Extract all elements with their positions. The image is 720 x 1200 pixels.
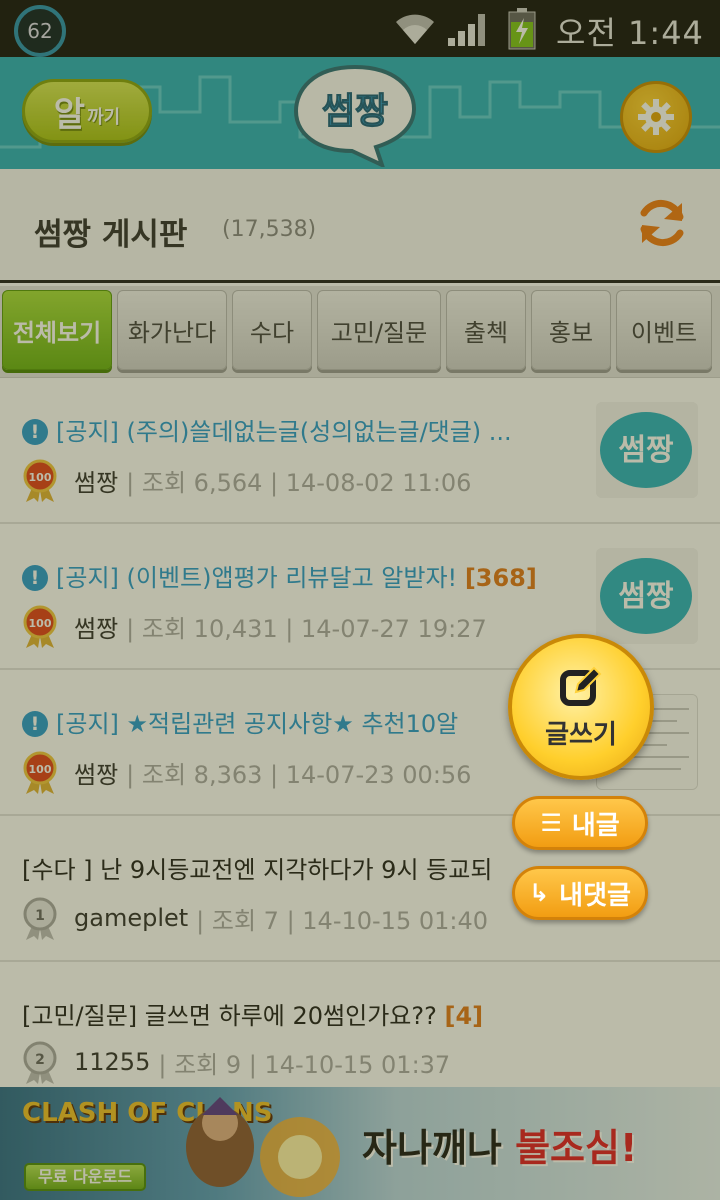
tab-label: 전체보기 <box>12 318 102 347</box>
reply-arrow-icon: ↳ <box>529 879 550 907</box>
tab-label: 고민/질문 <box>330 318 428 347</box>
settings-button[interactable] <box>620 81 692 153</box>
board-title: 썸짱 게시판 <box>34 217 188 253</box>
post-author: gameplet <box>74 904 189 932</box>
app-header: 알 까기 썸짱 <box>0 57 720 169</box>
post-thumbnail: 썸짱 <box>596 548 698 644</box>
alkkagi-button[interactable]: 알 까기 <box>22 79 152 143</box>
ad-download-button[interactable]: 무료 다운로드 <box>24 1163 146 1191</box>
post-title: ! [공지] ★적립관련 공지사항★ 추천10알 <box>22 704 522 739</box>
post-title: ! [공지] (주의)쓸데없는글(성의없는글/댓글) ... <box>22 412 582 447</box>
post-author: 썸짱 <box>74 614 119 643</box>
edit-icon <box>560 666 602 706</box>
board-post-count: (17,538) <box>222 217 317 242</box>
medal-level: 100 <box>29 763 52 776</box>
tab-all[interactable]: 전체보기 <box>2 290 112 370</box>
wifi-icon <box>396 14 434 44</box>
medal-level: 1 <box>35 908 45 924</box>
post-author: 썸짱 <box>74 468 119 497</box>
tab-angry[interactable]: 화가난다 <box>117 290 227 370</box>
post-views-date: | 조회 8,363 | 14-07-23 00:56 <box>126 760 472 789</box>
ad-slogan-main: 자나깨나 <box>362 1126 502 1170</box>
medal-icon: 2 <box>23 1041 57 1084</box>
medal-icon: 100 <box>23 605 57 648</box>
post-meta: 100 썸짱 | 조회 10,431 | 14-07-27 19:27 <box>22 604 487 648</box>
logo-thumbnail-image: 썸짱 <box>596 402 698 498</box>
notification-count-badge: 62 <box>14 5 66 57</box>
notice-icon: ! <box>22 419 48 445</box>
tab-label: 홍보 <box>548 318 594 347</box>
ad-slogan: 자나깨나 불조심! <box>362 1117 637 1172</box>
tab-label: 출첵 <box>463 318 509 347</box>
tab-promo[interactable]: 홍보 <box>531 290 611 370</box>
tab-attendance[interactable]: 출첵 <box>446 290 526 370</box>
post-title-text: [공지] (주의)쓸데없는글(성의없는글/댓글) ... <box>56 418 512 446</box>
list-item[interactable]: ! [공지] (주의)쓸데없는글(성의없는글/댓글) ... 100 썸짱 | 조… <box>0 378 720 524</box>
medal-level: 100 <box>29 471 52 484</box>
tab-label: 이벤트 <box>630 318 698 347</box>
my-posts-label: 내글 <box>571 810 620 841</box>
logo-thumbnail-image: 썸짱 <box>596 548 698 644</box>
post-meta: 2 11255 | 조회 9 | 14-10-15 01:37 <box>22 1040 450 1084</box>
post-meta: 100 썸짱 | 조회 8,363 | 14-07-23 00:56 <box>22 750 471 794</box>
tab-label: 수다 <box>249 318 295 347</box>
my-posts-button[interactable]: ☰ 내글 <box>512 796 648 850</box>
status-bar: 62 오전 1:44 <box>0 0 720 57</box>
list-icon: ☰ <box>540 809 562 837</box>
post-views-date: | 조회 9 | 14-10-15 01:37 <box>158 1050 451 1079</box>
thumbnail-text: 썸짱 <box>618 579 674 614</box>
post-title-text: [고민/질문] 글쓰면 하루에 20썸인가요?? <box>22 1002 437 1030</box>
medal-icon: 100 <box>23 751 57 794</box>
alkkagi-small-label: 까기 <box>87 107 121 128</box>
medal-icon: 1 <box>23 897 57 940</box>
tab-question[interactable]: 고민/질문 <box>317 290 441 370</box>
tab-chat[interactable]: 수다 <box>232 290 312 370</box>
write-button[interactable]: 글쓰기 <box>508 634 654 780</box>
alkkagi-big-label: 알 <box>53 94 86 135</box>
post-views-date: | 조회 6,564 | 14-08-02 11:06 <box>126 468 472 497</box>
post-views-date: | 조회 7 | 14-10-15 01:40 <box>196 906 489 935</box>
notice-icon: ! <box>22 711 48 737</box>
post-title-text: [공지] ★적립관련 공지사항★ 추천10알 <box>56 710 459 738</box>
post-title: [수다 ] 난 9시등교전엔 지각하다가 9시 등교되 <box>22 850 542 885</box>
post-author: 썸짱 <box>74 760 119 789</box>
app-logo: 썸짱 <box>293 64 417 167</box>
post-author: 11255 <box>74 1048 151 1076</box>
thumbnail-text: 썸짱 <box>618 433 674 468</box>
medal-level: 2 <box>35 1052 45 1068</box>
signal-icon <box>448 14 485 46</box>
tab-label: 화가난다 <box>127 318 217 347</box>
post-views-date: | 조회 10,431 | 14-07-27 19:27 <box>126 614 487 643</box>
board-title-bar: 썸짱 게시판 (17,538) <box>0 169 720 283</box>
refresh-icon[interactable] <box>634 195 690 251</box>
post-title-text: [수다 ] 난 9시등교전엔 지각하다가 9시 등교되 <box>22 856 493 884</box>
post-thumbnail: 썸짱 <box>596 402 698 498</box>
ad-slogan-warn: 불조심! <box>515 1126 638 1170</box>
medal-level: 100 <box>29 617 52 630</box>
my-comments-label: 내댓글 <box>559 880 631 911</box>
gear-icon <box>638 99 674 135</box>
post-title: [고민/질문] 글쓰면 하루에 20썸인가요?? [4] <box>22 996 622 1031</box>
comment-count: [368] <box>464 564 537 592</box>
status-clock: 오전 1:44 <box>556 14 704 52</box>
comment-count: [4] <box>444 1002 484 1030</box>
ad-hero-image <box>186 1097 340 1197</box>
post-meta: 100 썸짱 | 조회 6,564 | 14-08-02 11:06 <box>22 458 471 502</box>
medal-icon: 100 <box>23 459 57 502</box>
svg-text:썸짱: 썸짱 <box>322 91 388 132</box>
category-tabs: 전체보기 화가난다 수다 고민/질문 출첵 홍보 이벤트 <box>0 286 720 378</box>
write-button-label: 글쓰기 <box>545 719 617 750</box>
post-meta: 1 gameplet | 조회 7 | 14-10-15 01:40 <box>22 896 488 940</box>
post-title: ! [공지] (이벤트)앱평가 리뷰달고 알받자! [368] <box>22 558 582 593</box>
post-title-text: [공지] (이벤트)앱평가 리뷰달고 알받자! <box>56 564 458 592</box>
notice-icon: ! <box>22 565 48 591</box>
notification-count: 62 <box>27 19 53 43</box>
my-comments-button[interactable]: ↳ 내댓글 <box>512 866 648 920</box>
battery-charging-icon <box>508 8 536 50</box>
ad-banner[interactable]: CLASH OF CLANS 무료 다운로드 자나깨나 불조심! <box>0 1087 720 1200</box>
tab-event[interactable]: 이벤트 <box>616 290 712 370</box>
list-item[interactable]: [고민/질문] 글쓰면 하루에 20썸인가요?? [4] 2 11255 | 조… <box>0 962 720 1087</box>
